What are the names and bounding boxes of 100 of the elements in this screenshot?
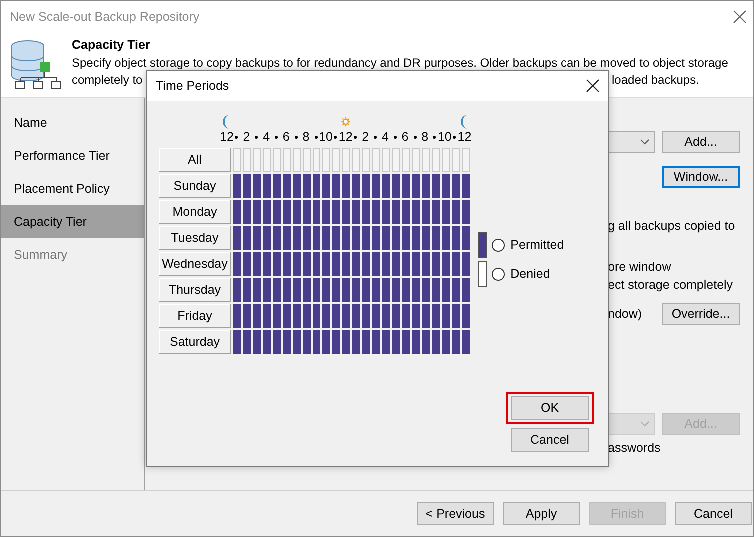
hour-cell[interactable] bbox=[352, 200, 360, 224]
hour-header-cell[interactable] bbox=[362, 148, 370, 172]
hour-cell[interactable] bbox=[432, 174, 440, 198]
hour-cell[interactable] bbox=[372, 252, 380, 276]
hour-cell[interactable] bbox=[282, 252, 291, 276]
hour-cell[interactable] bbox=[252, 226, 261, 250]
sidebar-item[interactable]: Placement Policy bbox=[1, 172, 144, 205]
hour-cell[interactable] bbox=[272, 200, 281, 224]
hour-header-cell[interactable] bbox=[322, 148, 330, 172]
hour-cell[interactable] bbox=[402, 252, 410, 276]
hour-cell[interactable] bbox=[262, 278, 271, 302]
hour-cell[interactable] bbox=[372, 200, 380, 224]
hour-header-cell[interactable] bbox=[292, 148, 301, 172]
hour-cell[interactable] bbox=[402, 304, 410, 328]
hour-cell[interactable] bbox=[352, 304, 360, 328]
hour-cell[interactable] bbox=[262, 226, 271, 250]
hour-cell[interactable] bbox=[332, 174, 340, 198]
hour-cell[interactable] bbox=[272, 226, 281, 250]
hour-cell[interactable] bbox=[242, 226, 251, 250]
hour-cell[interactable] bbox=[252, 174, 261, 198]
hour-cell[interactable] bbox=[432, 330, 440, 354]
radio-button[interactable]: Permitted bbox=[492, 238, 564, 252]
hour-cell[interactable] bbox=[432, 304, 440, 328]
hour-cell[interactable] bbox=[342, 252, 350, 276]
hour-cell[interactable] bbox=[262, 252, 271, 276]
hour-cell[interactable] bbox=[332, 226, 340, 250]
hour-cell[interactable] bbox=[322, 200, 330, 224]
hour-cell[interactable] bbox=[352, 330, 360, 354]
hour-cell[interactable] bbox=[372, 174, 380, 198]
hour-header-cell[interactable] bbox=[272, 148, 281, 172]
hour-cell[interactable] bbox=[382, 278, 390, 302]
hour-header-cell[interactable] bbox=[302, 148, 310, 172]
hour-cell[interactable] bbox=[422, 330, 430, 354]
hour-cell[interactable] bbox=[392, 278, 400, 302]
hour-cell[interactable] bbox=[432, 252, 440, 276]
hour-cell[interactable] bbox=[342, 226, 350, 250]
hour-cell[interactable] bbox=[312, 278, 320, 302]
hour-cell[interactable] bbox=[272, 252, 281, 276]
hour-cell[interactable] bbox=[342, 174, 350, 198]
hour-cell[interactable] bbox=[442, 252, 450, 276]
hour-cell[interactable] bbox=[442, 226, 450, 250]
hour-cell[interactable] bbox=[262, 200, 271, 224]
sidebar-item[interactable]: Name bbox=[1, 106, 144, 139]
hour-cell[interactable] bbox=[372, 226, 380, 250]
hour-cell[interactable] bbox=[233, 330, 241, 354]
hour-cell[interactable] bbox=[302, 278, 310, 302]
hour-cell[interactable] bbox=[233, 304, 241, 328]
hour-cell[interactable] bbox=[282, 174, 291, 198]
hour-cell[interactable] bbox=[312, 304, 320, 328]
hour-cell[interactable] bbox=[292, 304, 301, 328]
hour-cell[interactable] bbox=[382, 252, 390, 276]
hour-cell[interactable] bbox=[372, 304, 380, 328]
hour-cell[interactable] bbox=[292, 226, 301, 250]
hour-cell[interactable] bbox=[242, 174, 251, 198]
hour-cell[interactable] bbox=[372, 278, 380, 302]
dialog-button[interactable]: OK bbox=[511, 396, 589, 420]
hour-cell[interactable] bbox=[252, 330, 261, 354]
hour-cell[interactable] bbox=[262, 174, 271, 198]
hour-cell[interactable] bbox=[302, 200, 310, 224]
hour-cell[interactable] bbox=[352, 226, 360, 250]
hour-cell[interactable] bbox=[442, 304, 450, 328]
sidebar-item[interactable]: Capacity Tier bbox=[1, 205, 144, 238]
day-button[interactable]: Monday bbox=[159, 200, 231, 224]
hour-cell[interactable] bbox=[272, 304, 281, 328]
hour-cell[interactable] bbox=[302, 252, 310, 276]
hour-cell[interactable] bbox=[412, 200, 420, 224]
hour-cell[interactable] bbox=[252, 278, 261, 302]
hour-cell[interactable] bbox=[292, 200, 301, 224]
hour-header-cell[interactable] bbox=[312, 148, 320, 172]
hour-cell[interactable] bbox=[452, 304, 460, 328]
hour-cell[interactable] bbox=[462, 278, 470, 302]
hour-header-cell[interactable] bbox=[432, 148, 440, 172]
hour-cell[interactable] bbox=[272, 278, 281, 302]
hour-header-cell[interactable] bbox=[342, 148, 350, 172]
hour-cell[interactable] bbox=[452, 252, 460, 276]
hour-cell[interactable] bbox=[442, 278, 450, 302]
hour-cell[interactable] bbox=[233, 200, 241, 224]
hour-cell[interactable] bbox=[392, 252, 400, 276]
hour-header-cell[interactable] bbox=[332, 148, 340, 172]
hour-cell[interactable] bbox=[352, 174, 360, 198]
hour-cell[interactable] bbox=[252, 252, 261, 276]
hour-cell[interactable] bbox=[402, 226, 410, 250]
hour-cell[interactable] bbox=[442, 174, 450, 198]
hour-cell[interactable] bbox=[362, 200, 370, 224]
hour-cell[interactable] bbox=[302, 304, 310, 328]
hour-cell[interactable] bbox=[292, 278, 301, 302]
hour-cell[interactable] bbox=[352, 252, 360, 276]
day-button[interactable]: Tuesday bbox=[159, 226, 231, 250]
hour-cell[interactable] bbox=[322, 226, 330, 250]
hour-cell[interactable] bbox=[402, 174, 410, 198]
hour-cell[interactable] bbox=[242, 304, 251, 328]
hour-cell[interactable] bbox=[272, 174, 281, 198]
day-button[interactable]: Wednesday bbox=[159, 252, 231, 276]
hour-header-cell[interactable] bbox=[242, 148, 251, 172]
hour-cell[interactable] bbox=[312, 252, 320, 276]
hour-cell[interactable] bbox=[452, 226, 460, 250]
hour-cell[interactable] bbox=[322, 278, 330, 302]
hour-cell[interactable] bbox=[412, 226, 420, 250]
hour-cell[interactable] bbox=[233, 252, 241, 276]
hour-cell[interactable] bbox=[392, 226, 400, 250]
